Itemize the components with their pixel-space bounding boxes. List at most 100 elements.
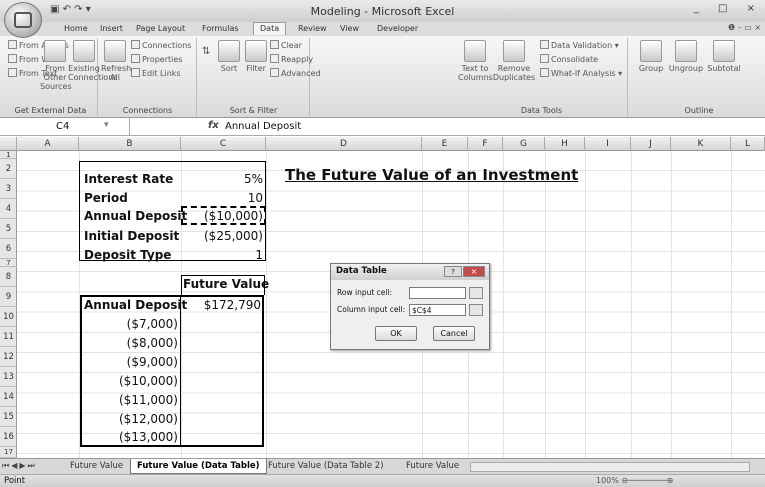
row-input-field[interactable] [409,287,466,299]
collapse-dialog-icon[interactable] [469,304,483,316]
window-controls[interactable]: _ □ × [694,3,763,14]
group-button[interactable]: Group [636,40,666,73]
filter-button[interactable]: Filter [244,40,268,73]
tab-home[interactable]: Home [58,23,94,36]
group-icon [640,40,662,62]
row-header[interactable]: 13 [0,367,17,387]
cancel-button[interactable]: Cancel [433,326,475,341]
text-to-columns-button[interactable]: Text to Columns [458,40,493,82]
column-header[interactable]: D [266,137,422,151]
insert-function-icon[interactable]: fx [208,120,219,131]
tab-formulas[interactable]: Formulas [196,23,245,36]
horizontal-scrollbar[interactable] [470,462,750,472]
consolidate-button[interactable]: Consolidate [540,54,598,64]
reapply-button[interactable]: Reapply [270,54,313,64]
column-header[interactable]: C [181,137,266,151]
label-deposit-type[interactable]: Deposit Type [84,246,171,265]
row-header[interactable]: 17 [0,447,17,458]
row-header[interactable]: 2 [0,159,17,179]
label-initial-deposit[interactable]: Initial Deposit [84,227,179,246]
label-period[interactable]: Period [84,189,128,208]
tab-insert[interactable]: Insert [94,23,129,36]
existing-connections-button[interactable]: Existing Connections [68,40,117,82]
label-interest-rate[interactable]: Interest Rate [84,170,173,189]
row-header[interactable]: 14 [0,387,17,407]
row-header[interactable]: 1 [0,151,17,159]
tab-developer[interactable]: Developer [371,23,424,36]
table-row[interactable]: ($12,000) [82,410,178,429]
dialog-close-button[interactable]: × [463,266,485,277]
column-header[interactable]: H [545,137,585,151]
what-if-analysis-button[interactable]: What-If Analysis ▾ [540,68,622,78]
refresh-all-button[interactable]: Refresh All [101,40,131,82]
table-row[interactable]: ($9,000) [82,353,178,372]
table-row-header[interactable]: Annual Deposit [84,296,187,315]
column-input-field[interactable]: $C$4 [409,304,466,316]
ok-button[interactable]: OK [375,326,417,341]
label-annual-deposit[interactable]: Annual Deposit [84,207,187,226]
table-row[interactable]: ($13,000) [82,428,178,447]
table-row[interactable]: ($8,000) [82,334,178,353]
row-header[interactable]: 6 [0,239,17,259]
tab-data[interactable]: Data [253,22,287,35]
sort-button[interactable]: Sort [216,40,242,73]
name-box[interactable]: C4 [0,118,130,135]
column-header[interactable]: A [17,137,79,151]
column-header[interactable]: K [671,137,731,151]
help-icon[interactable]: ❶ – ▭ × [728,23,761,32]
connections-button[interactable]: Connections [131,40,191,50]
clear-button[interactable]: Clear [270,40,302,50]
table-result-value[interactable]: $172,790 [181,296,261,315]
name-box-dropdown-icon[interactable]: ▾ [104,120,109,130]
dialog-help-button[interactable]: ? [444,266,462,277]
edit-links-button[interactable]: Edit Links [131,68,181,78]
column-header[interactable]: I [585,137,631,151]
select-all-corner[interactable] [0,137,17,151]
sheet-tab[interactable]: Future Value (Data Table 2) [262,459,390,474]
row-header[interactable]: 11 [0,327,17,347]
formula-content[interactable]: Annual Deposit [225,121,301,132]
value-deposit-type[interactable]: 1 [181,246,263,265]
collapse-dialog-icon[interactable] [469,287,483,299]
future-value-header[interactable]: Future Value [183,275,269,294]
sort-asc-icon[interactable]: ⇅ [202,46,210,57]
value-initial-deposit[interactable]: ($25,000) [181,227,263,246]
table-row[interactable]: ($11,000) [82,391,178,410]
row-header[interactable]: 5 [0,219,17,239]
row-header[interactable]: 9 [0,287,17,307]
sheet-tab[interactable]: Future Value [64,459,129,474]
column-header[interactable]: L [731,137,765,151]
row-header[interactable]: 10 [0,307,17,327]
row-header[interactable]: 8 [0,267,17,287]
tab-review[interactable]: Review [292,23,333,36]
row-header[interactable]: 4 [0,199,17,219]
subtotal-button[interactable]: Subtotal [706,40,742,73]
column-header[interactable]: J [631,137,671,151]
sheet-title[interactable]: The Future Value of an Investment [285,166,578,184]
table-row[interactable]: ($7,000) [82,315,178,334]
tab-page-layout[interactable]: Page Layout [130,23,191,36]
data-validation-button[interactable]: Data Validation ▾ [540,40,619,50]
column-header[interactable]: B [79,137,181,151]
sheet-nav-arrows-icon[interactable]: ⏮◀▶⏭ [2,461,37,471]
advanced-button[interactable]: Advanced [270,68,321,78]
row-header[interactable]: 12 [0,347,17,367]
tab-view[interactable]: View [334,23,365,36]
ungroup-button[interactable]: Ungroup [668,40,704,73]
row-header[interactable]: 7 [0,259,17,267]
table-row[interactable]: ($10,000) [82,372,178,391]
zoom-control[interactable]: 100% ⊖────────⊕ [596,476,673,485]
row-header[interactable]: 16 [0,427,17,447]
sheet-tab-active[interactable]: Future Value (Data Table) [130,459,267,474]
from-other-sources-button[interactable]: From Other Sources [40,40,72,91]
column-header[interactable]: E [422,137,468,151]
value-interest-rate[interactable]: 5% [181,170,263,189]
properties-button[interactable]: Properties [131,54,182,64]
remove-duplicates-button[interactable]: Remove Duplicates [492,40,536,82]
column-header[interactable]: F [468,137,503,151]
row-header[interactable]: 15 [0,407,17,427]
row-header[interactable]: 3 [0,179,17,199]
column-header[interactable]: G [503,137,545,151]
sheet-tab[interactable]: Future Value [400,459,465,474]
office-button[interactable] [4,2,42,38]
